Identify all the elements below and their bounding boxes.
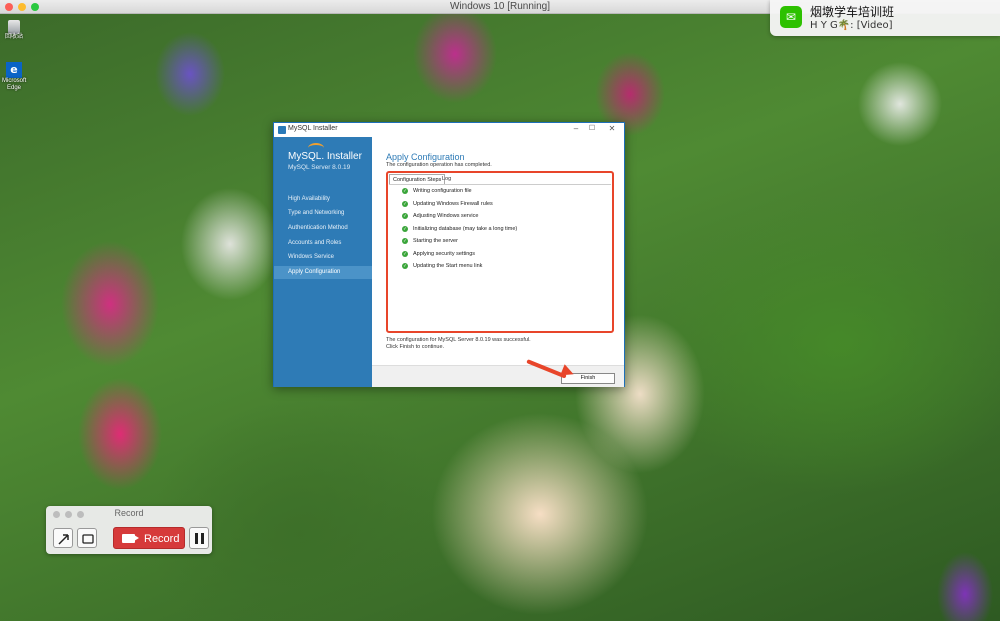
record-widget-title: Record	[114, 508, 144, 518]
step-label: Initializing database (may take a long t…	[413, 226, 518, 232]
wechat-icon: ✉	[780, 6, 802, 28]
window-capture-tool[interactable]	[77, 528, 97, 548]
config-step: ✓ Initializing database (may take a long …	[402, 225, 517, 234]
sidebar-item-high-availability: High Availability	[288, 196, 330, 202]
config-step: ✓ Adjusting Windows service	[402, 212, 478, 221]
close-icon[interactable]: ✕	[606, 124, 618, 133]
pointer-arrow-icon	[58, 534, 69, 545]
result-line: Click Finish to continue.	[386, 344, 445, 350]
maximize-icon[interactable]: ☐	[586, 124, 598, 132]
installer-window-title: MySQL Installer	[288, 125, 338, 132]
config-step: ✓ Starting the server	[402, 237, 458, 246]
record-button[interactable]: Record	[113, 527, 185, 549]
record-widget: Record Record	[46, 506, 212, 554]
pause-button[interactable]	[189, 527, 209, 549]
sidebar-item-apply-configuration: Apply Configuration	[274, 266, 372, 279]
step-label: Writing configuration file	[413, 188, 472, 194]
config-step: ✓ Writing configuration file	[402, 187, 472, 196]
pause-icon-bar	[201, 533, 204, 544]
wechat-notification[interactable]: ✉ 烟墩学车培训班 H Y G🌴: [Video]	[770, 0, 1000, 36]
result-line: The configuration for MySQL Server 8.0.1…	[386, 337, 531, 343]
sidebar-item-type-networking: Type and Networking	[288, 210, 345, 216]
configuration-steps-panel: Configuration Steps Log ✓ Writing configu…	[386, 171, 614, 333]
desktop-icon-label: Microsoft Edge	[2, 78, 27, 91]
page-subtitle: The configuration operation has complete…	[386, 162, 492, 168]
desktop-icon-edge[interactable]: e Microsoft Edge	[2, 62, 26, 92]
step-label: Starting the server	[413, 238, 458, 244]
mysql-app-icon	[278, 126, 286, 134]
sidebar-item-accounts-roles: Accounts and Roles	[288, 240, 342, 246]
camera-icon	[122, 534, 139, 543]
sidebar-item-windows-service: Windows Service	[288, 254, 335, 260]
check-icon: ✓	[402, 250, 408, 257]
sidebar-item-authentication: Authentication Method	[288, 225, 348, 231]
installer-footer: Finish	[372, 365, 624, 387]
check-icon: ✓	[402, 225, 408, 232]
check-icon: ✓	[402, 237, 408, 244]
window-frame-icon	[82, 534, 94, 544]
recycle-bin-icon	[8, 20, 20, 34]
check-icon: ✓	[402, 262, 408, 269]
page-title: Apply Configuration	[386, 152, 465, 162]
step-label: Updating the Start menu link	[413, 263, 483, 269]
record-button-label: Record	[144, 533, 180, 545]
desktop-icon-recycle-bin[interactable]: 回收站	[2, 20, 26, 41]
check-icon: ✓	[402, 212, 408, 219]
installer-sidebar: MySQL. Installer MySQL Server 8.0.19 Hig…	[274, 137, 372, 387]
tab-configuration-steps[interactable]: Configuration Steps	[389, 174, 446, 184]
config-step: ✓ Applying security settings	[402, 250, 475, 259]
notification-title: 烟墩学车培训班	[810, 5, 895, 19]
config-step: ✓ Updating the Start menu link	[402, 262, 482, 271]
select-region-tool[interactable]	[53, 528, 73, 548]
step-label: Adjusting Windows service	[413, 213, 479, 219]
step-label: Updating Windows Firewall rules	[413, 201, 493, 207]
tab-log[interactable]: Log	[439, 174, 454, 184]
notification-body: H Y G🌴: [Video]	[810, 20, 893, 31]
result-message: The configuration for MySQL Server 8.0.1…	[386, 337, 566, 351]
edge-icon: e	[6, 62, 22, 78]
tab-divider	[389, 184, 611, 185]
installer-titlebar: MySQL Installer – ☐ ✕	[274, 123, 624, 137]
product-version: MySQL Server 8.0.19	[288, 164, 351, 171]
mysql-installer-window: MySQL Installer – ☐ ✕ MySQL. Installer M…	[273, 122, 625, 387]
pause-icon-bar	[195, 533, 198, 544]
check-icon: ✓	[402, 200, 408, 207]
step-label: Applying security settings	[413, 251, 476, 257]
product-logo: MySQL. Installer	[288, 151, 362, 162]
check-icon: ✓	[402, 187, 408, 194]
desktop-icon-label: 回收站	[4, 34, 23, 40]
config-step: ✓ Updating Windows Firewall rules	[402, 200, 493, 209]
installer-content: Apply Configuration The configuration op…	[372, 137, 624, 365]
minimize-icon[interactable]: –	[570, 124, 582, 133]
